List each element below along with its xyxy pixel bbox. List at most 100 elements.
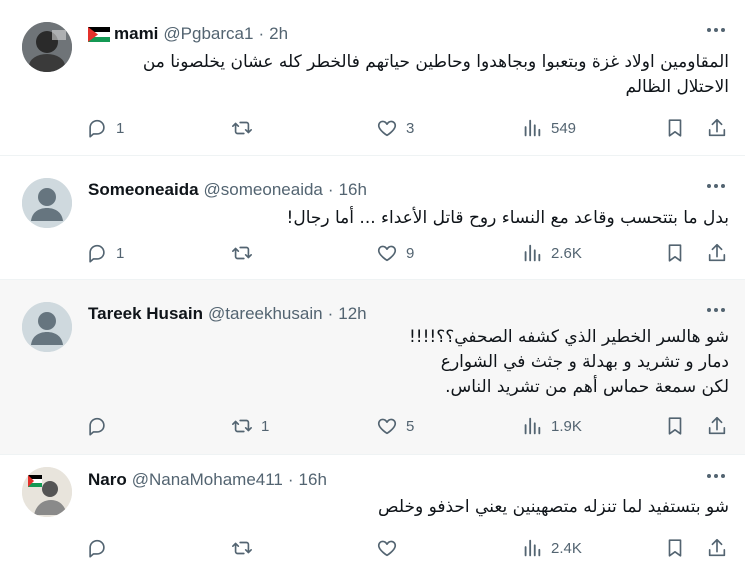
like-count: 5 xyxy=(406,417,415,435)
views-count: 2.4K xyxy=(551,539,582,557)
tweet-header: Tareek Husain @tareekhusain · 12h xyxy=(88,302,725,326)
share-icon xyxy=(708,538,726,557)
like-count: 9 xyxy=(406,244,415,262)
reply-feed: mami @Pgbarca1 · 2h المقاومين اولاد غزة … xyxy=(0,0,745,570)
reply-tweet[interactable]: Naro @NanaMohame411 · 16h شو بتستفيد لما… xyxy=(0,455,745,570)
views-icon xyxy=(524,244,541,262)
display-name[interactable]: Tareek Husain xyxy=(88,304,203,324)
share-button[interactable] xyxy=(706,239,728,267)
repost-icon xyxy=(232,541,252,555)
tweet-text-line: دمار و تشريد و بهدلة و جثث في الشوارع xyxy=(440,352,729,372)
like-icon xyxy=(377,120,397,137)
avatar[interactable] xyxy=(22,467,72,517)
repost-icon xyxy=(232,121,252,135)
repost-button[interactable] xyxy=(231,534,261,562)
tweet-text: بدل ما بتتحسب وقاعد مع النساء روح قاتل ا… xyxy=(88,206,729,231)
share-icon xyxy=(708,118,726,137)
bookmark-button[interactable] xyxy=(664,534,686,562)
reply-icon xyxy=(89,417,105,436)
more-button[interactable] xyxy=(701,298,731,322)
tweet-text-line: لكن سمعة حماس أهم من تشريد الناس. xyxy=(445,377,729,397)
share-icon xyxy=(708,243,726,262)
views-icon xyxy=(524,119,541,137)
reply-count: 1 xyxy=(116,119,125,137)
share-button[interactable] xyxy=(706,534,728,562)
tweet-text: المقاومين اولاد غزة وبتعبوا وبجاهدوا وحا… xyxy=(88,50,729,100)
reply-button[interactable] xyxy=(86,412,116,440)
views-icon xyxy=(524,539,541,557)
tweet-header: Someoneaida @someoneaida · 16h xyxy=(88,178,725,202)
views-icon xyxy=(524,417,541,435)
share-icon xyxy=(708,416,726,435)
reply-tweet[interactable]: Tareek Husain @tareekhusain · 12h شو هال… xyxy=(0,280,745,455)
tweet-text: شو هالسر الخطير الذي كشفه الصحفي؟؟!!!! د… xyxy=(88,325,729,400)
repost-button[interactable] xyxy=(231,239,261,267)
bookmark-icon xyxy=(668,244,682,262)
more-icon xyxy=(707,474,725,478)
action-bar: 1 3 549 xyxy=(86,114,727,142)
handle[interactable]: @Pgbarca1 xyxy=(163,24,253,44)
avatar[interactable] xyxy=(22,178,72,228)
separator-dot: · xyxy=(327,304,334,323)
more-button[interactable] xyxy=(701,174,731,198)
timestamp[interactable]: 16h xyxy=(299,470,327,490)
bookmark-button[interactable] xyxy=(664,239,686,267)
more-button[interactable] xyxy=(701,464,731,488)
views-button[interactable]: 549 xyxy=(521,114,576,142)
reply-icon xyxy=(89,539,105,558)
more-button[interactable] xyxy=(701,18,731,42)
handle[interactable]: @tareekhusain xyxy=(208,304,323,324)
like-button[interactable] xyxy=(376,534,406,562)
views-count: 1.9K xyxy=(551,417,582,435)
like-button[interactable]: 5 xyxy=(376,412,414,440)
bookmark-icon xyxy=(668,417,682,435)
separator-dot: · xyxy=(287,470,294,489)
palestine-flag-icon xyxy=(88,26,110,42)
share-button[interactable] xyxy=(706,412,728,440)
tweet-text: شو بتستفيد لما تنزله متصهينين يعني احذفو… xyxy=(88,495,729,520)
bookmark-button[interactable] xyxy=(664,114,686,142)
repost-count: 1 xyxy=(261,417,270,435)
reply-icon xyxy=(89,119,105,138)
repost-button[interactable] xyxy=(231,114,261,142)
action-bar: 1 9 2.6K xyxy=(86,239,727,267)
timestamp[interactable]: 16h xyxy=(339,180,367,200)
views-button[interactable]: 1.9K xyxy=(521,412,582,440)
views-button[interactable]: 2.6K xyxy=(521,239,582,267)
views-button[interactable]: 2.4K xyxy=(521,534,582,562)
repost-icon xyxy=(232,419,252,433)
share-button[interactable] xyxy=(706,114,728,142)
reply-button[interactable] xyxy=(86,534,116,562)
reply-count: 1 xyxy=(116,244,125,262)
bookmark-icon xyxy=(668,539,682,557)
more-icon xyxy=(707,184,725,188)
separator-dot: · xyxy=(327,180,334,199)
like-icon xyxy=(377,245,397,262)
tweet-text-line: شو بتستفيد لما تنزله متصهينين يعني احذفو… xyxy=(378,497,729,517)
separator-dot: · xyxy=(258,24,265,43)
reply-tweet[interactable]: mami @Pgbarca1 · 2h المقاومين اولاد غزة … xyxy=(0,0,745,156)
bookmark-icon xyxy=(668,119,682,137)
action-bar: 1 5 1.9K xyxy=(86,412,727,440)
display-name[interactable]: mami xyxy=(114,24,158,44)
timestamp[interactable]: 2h xyxy=(269,24,288,44)
like-button[interactable]: 9 xyxy=(376,239,414,267)
like-icon xyxy=(377,418,397,435)
repost-button[interactable]: 1 xyxy=(231,412,269,440)
reply-button[interactable]: 1 xyxy=(86,114,124,142)
tweet-header: Naro @NanaMohame411 · 16h xyxy=(88,468,725,492)
views-count: 2.6K xyxy=(551,244,582,262)
handle[interactable]: @NanaMohame411 xyxy=(132,470,283,490)
reply-tweet[interactable]: Someoneaida @someoneaida · 16h بدل ما بت… xyxy=(0,156,745,280)
display-name[interactable]: Someoneaida xyxy=(88,180,199,200)
reply-button[interactable]: 1 xyxy=(86,239,124,267)
handle[interactable]: @someoneaida xyxy=(204,180,323,200)
timestamp[interactable]: 12h xyxy=(338,304,366,324)
bookmark-button[interactable] xyxy=(664,412,686,440)
like-button[interactable]: 3 xyxy=(376,114,414,142)
reply-icon xyxy=(89,244,105,263)
display-name[interactable]: Naro xyxy=(88,470,127,490)
like-icon xyxy=(377,540,397,557)
avatar[interactable] xyxy=(22,302,72,352)
avatar[interactable] xyxy=(22,22,72,72)
